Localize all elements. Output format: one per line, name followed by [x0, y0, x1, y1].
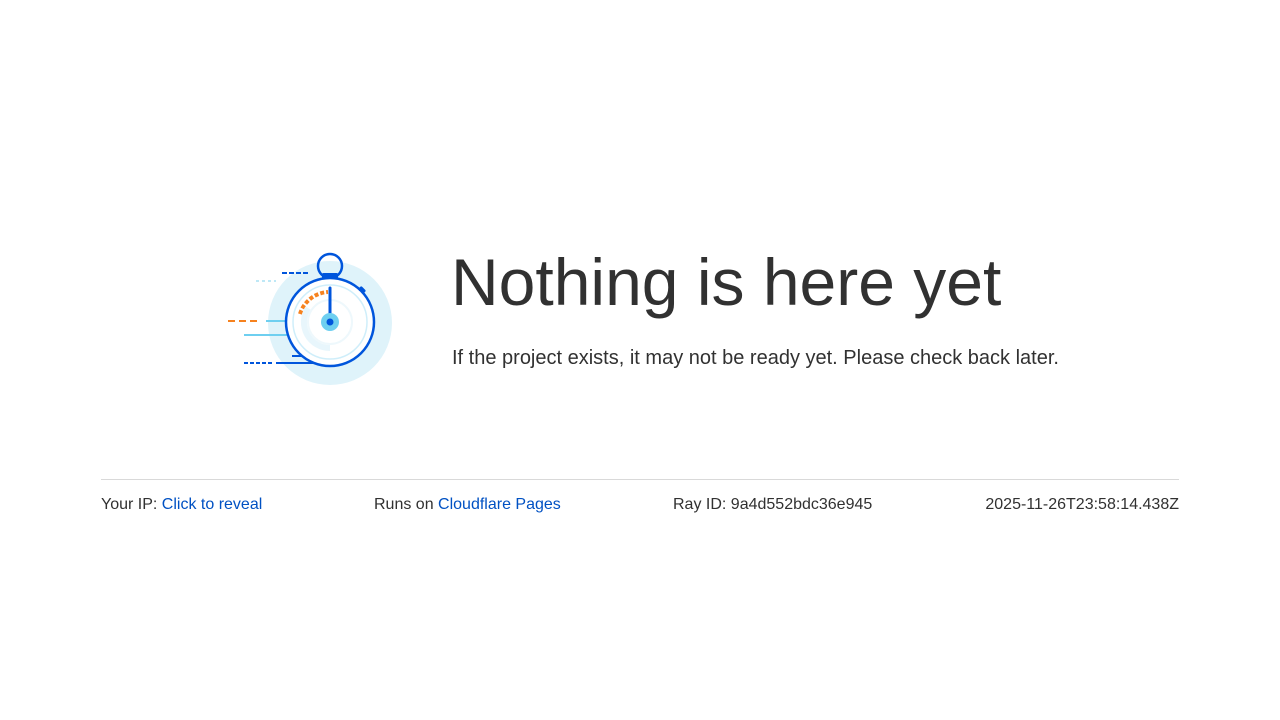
runs-on-label: Runs on	[374, 496, 434, 513]
footer-timestamp: 2025-11-26T23:58:14.438Z	[985, 496, 1179, 513]
ip-label: Your IP:	[101, 496, 158, 513]
page-title: Nothing is here yet	[451, 245, 1002, 319]
reveal-ip-link[interactable]: Click to reveal	[162, 496, 262, 513]
footer-runs-on: Runs on Cloudflare Pages	[374, 495, 561, 515]
ray-id-label: Ray ID:	[673, 496, 727, 513]
ray-id-value: 9a4d552bdc36e945	[730, 496, 873, 513]
page-subtitle: If the project exists, it may not be rea…	[452, 347, 1059, 369]
cloudflare-pages-link[interactable]: Cloudflare Pages	[438, 496, 561, 513]
footer-ip: Your IP: Click to reveal	[101, 495, 262, 515]
footer-ray-id: Ray ID: 9a4d552bdc36e945	[673, 495, 872, 515]
footer: Your IP: Click to reveal Runs on Cloudfl…	[101, 479, 1179, 530]
page: Nothing is here yet If the project exist…	[0, 0, 1280, 720]
stopwatch-speed-icon	[228, 252, 392, 385]
footer-row: Your IP: Click to reveal Runs on Cloudfl…	[101, 480, 1179, 530]
